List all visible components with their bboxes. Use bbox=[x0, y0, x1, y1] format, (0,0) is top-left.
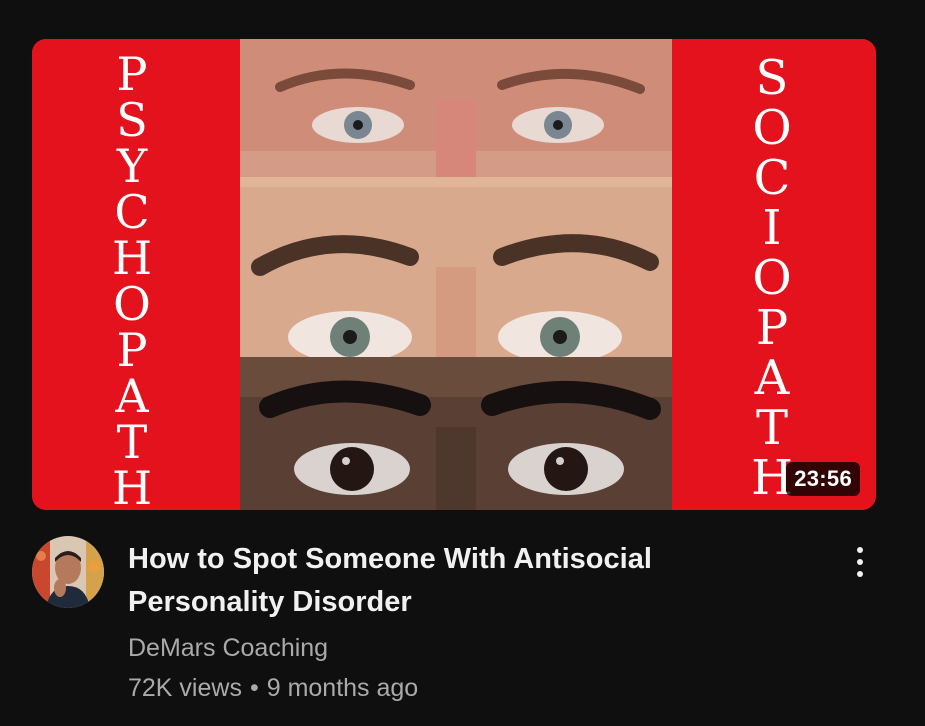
psychopath-letter: S bbox=[116, 93, 148, 147]
sociopath-letter: O bbox=[752, 250, 792, 306]
menu-dot bbox=[857, 571, 863, 577]
video-card: PSYCHOPATH SOCIOPATH 23:56 How to Spot S… bbox=[0, 0, 925, 726]
psychopath-letter: H bbox=[111, 461, 153, 510]
thumbnail-eyes-bottom bbox=[240, 357, 672, 510]
upload-age: 9 months ago bbox=[266, 674, 419, 702]
thumbnail-vertical-text-psychopath: PSYCHOPATH bbox=[102, 51, 162, 510]
video-title[interactable]: How to Spot Someone With Antisocial Pers… bbox=[128, 538, 768, 624]
sociopath-letter: T bbox=[755, 400, 788, 456]
sociopath-letter: P bbox=[755, 300, 789, 356]
menu-dot bbox=[857, 559, 863, 565]
psychopath-letter: H bbox=[111, 231, 153, 285]
psychopath-letter: O bbox=[113, 277, 151, 331]
video-metadata: 72K views • 9 months ago bbox=[128, 674, 418, 703]
sociopath-letter: O bbox=[752, 100, 792, 156]
sociopath-letter: A bbox=[754, 350, 790, 406]
psychopath-letter: T bbox=[116, 415, 148, 469]
psychopath-letter: Y bbox=[116, 139, 148, 193]
psychopath-letter: P bbox=[116, 47, 148, 101]
meta-separator: • bbox=[249, 674, 259, 702]
duration-badge: 23:56 bbox=[786, 462, 860, 496]
more-vert-icon[interactable] bbox=[840, 540, 880, 584]
video-thumbnail[interactable]: PSYCHOPATH SOCIOPATH 23:56 bbox=[32, 39, 876, 510]
thumbnail-eyes-middle bbox=[240, 147, 672, 357]
view-count: 72K views bbox=[128, 674, 242, 702]
channel-name[interactable]: DeMars Coaching bbox=[128, 634, 328, 663]
thumbnail-vertical-text-sociopath: SOCIOPATH bbox=[742, 53, 802, 503]
sociopath-letter: I bbox=[762, 200, 782, 256]
channel-avatar[interactable] bbox=[32, 536, 104, 608]
psychopath-letter: P bbox=[116, 323, 148, 377]
psychopath-letter: C bbox=[114, 185, 150, 239]
psychopath-letter: A bbox=[115, 369, 149, 423]
thumbnail-eyes-collage bbox=[240, 39, 672, 510]
avatar-image bbox=[32, 536, 104, 608]
menu-dot bbox=[857, 547, 863, 553]
sociopath-letter: S bbox=[755, 50, 789, 106]
thumbnail-eyes-top bbox=[240, 39, 672, 177]
sociopath-letter: C bbox=[753, 150, 791, 206]
